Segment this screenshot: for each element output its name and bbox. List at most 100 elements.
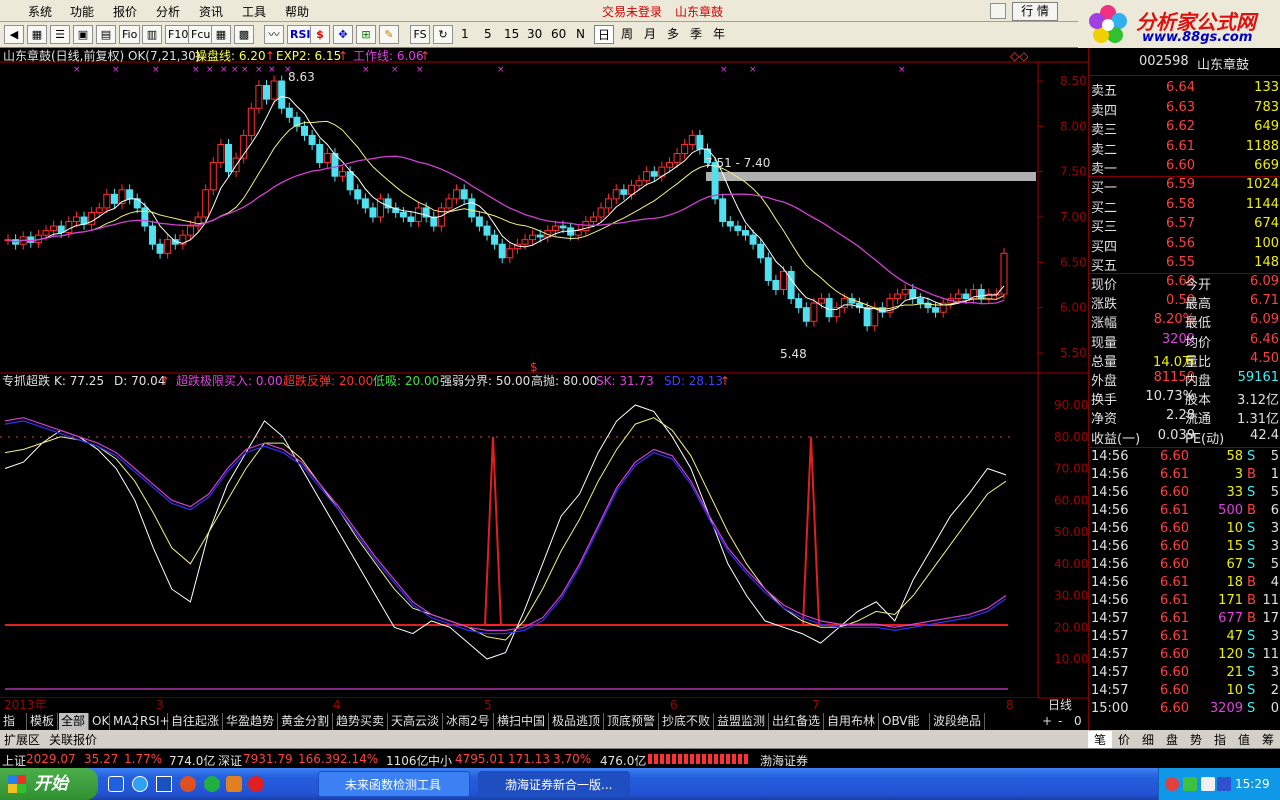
window-icon[interactable]: ▣ [73,25,93,44]
quote-detail-tab[interactable]: 价 [1112,731,1136,748]
price-tick-label: 6.50 [1060,255,1087,269]
related-quote-tab[interactable]: 关联报价 [49,731,97,748]
app-icon[interactable] [226,776,242,792]
tab-control-button[interactable]: 0 [1072,713,1086,730]
indicator-tab[interactable]: 抄底不败 [660,713,714,730]
plus-icon[interactable]: ⊞ [356,25,376,44]
menu-news[interactable]: 资讯 [199,3,223,20]
fs-button[interactable]: FS [410,25,430,44]
app-icon[interactable] [248,776,264,792]
period-season[interactable]: 季 [686,25,706,44]
period-day[interactable]: 日 [594,25,614,44]
tick-count: 3 [1270,539,1279,554]
period-60[interactable]: 60 [551,27,566,41]
indicator-tab[interactable]: MA2 [111,713,139,730]
app-icon[interactable] [204,776,220,792]
menu-quote[interactable]: 报价 [113,3,137,20]
menu-function[interactable]: 功能 [70,3,94,20]
buy-price: 6.57 [1166,216,1195,231]
quote-detail-tab[interactable]: 笔 [1088,731,1112,748]
tick-volume: 677 [1218,611,1243,626]
sell-label: 卖四 [1091,103,1118,119]
refresh-icon[interactable]: ↻ [433,25,453,44]
indicator-tab[interactable]: 冰雨2号 [444,713,494,730]
indicator-tab[interactable]: OK [90,713,110,730]
quote-detail-tab[interactable]: 势 [1184,731,1208,748]
tab-control-button[interactable]: + [1040,713,1054,730]
tray-icon[interactable] [1183,777,1197,791]
quote-detail-tab[interactable]: 细 [1136,731,1160,748]
indicator-tab[interactable]: 极品逃顶 [550,713,604,730]
volume-icon[interactable] [1201,777,1215,791]
fcu-button[interactable]: Fcu [188,25,214,44]
indicator-tab[interactable]: 横扫中国 [495,713,549,730]
tick-count: 5 [1270,557,1279,572]
period-30[interactable]: 30 [527,27,542,41]
network-icon[interactable] [1217,777,1231,791]
quote-button[interactable]: 行 情 [1012,2,1058,21]
indicator-tab[interactable]: 益盟监测 [715,713,769,730]
indicator-tab[interactable]: 出红备选 [770,713,824,730]
dollar-icon[interactable]: $ [310,25,330,44]
indicator-tab[interactable]: OBV能量 [880,713,930,744]
period-week[interactable]: 周 [617,25,637,44]
tab-control-button[interactable]: - [1056,713,1070,730]
quote-detail-tab[interactable]: 指 [1208,731,1232,748]
period-1[interactable]: 1 [461,27,469,41]
menu-tools[interactable]: 工具 [242,3,266,20]
detail-icon[interactable]: ▤ [96,25,116,44]
indicator-tab[interactable]: 黄金分割 [279,713,333,730]
sub-d-label: D: 70.04 [114,374,165,388]
indicator-tab[interactable]: 波段绝品 [931,713,985,730]
chart-icon[interactable]: ▩ [234,25,254,44]
line-chart-icon[interactable]: 〰 [264,25,284,44]
list-icon[interactable]: ☰ [50,25,70,44]
app-icon[interactable] [180,776,196,792]
quicklaunch-icon[interactable] [108,776,124,792]
period-5[interactable]: 5 [484,27,492,41]
kline-chart[interactable]: 山东章鼓(日线,前复权) OK(7,21,30) 操盘线: 6.20 EXP2:… [0,48,1088,728]
trade-login-status[interactable]: 交易未登录 [602,3,662,20]
tray-icon[interactable] [1165,777,1179,791]
menu-help[interactable]: 帮助 [285,3,309,20]
help-icon[interactable] [990,3,1006,19]
period-year[interactable]: 年 [709,25,729,44]
start-button[interactable]: 开始 [0,768,98,800]
menu-system[interactable]: 系统 [28,3,52,20]
tick-time: 14:56 [1091,593,1129,608]
rank-icon[interactable]: ▥ [142,25,162,44]
quote-detail-tab[interactable]: 筹 [1256,731,1280,748]
quote-detail-tab[interactable]: 盘 [1160,731,1184,748]
ext-area-tab[interactable]: 扩展区 [4,731,40,748]
indicator-tab[interactable]: 全部 [59,713,89,730]
period-n[interactable]: N [576,27,585,41]
indicator-tab[interactable]: 自用布林 [825,713,879,730]
back-icon[interactable]: ◀ [4,25,24,44]
browser-icon[interactable] [132,776,148,792]
move-icon[interactable]: ✥ [333,25,353,44]
grid-icon[interactable]: ▦ [27,25,47,44]
indicator-tab[interactable]: 天高云淡 [389,713,443,730]
period-15[interactable]: 15 [504,27,519,41]
indicator-tab[interactable]: 模板 [28,713,58,730]
table-icon[interactable]: ▦ [211,25,231,44]
indicator-tab[interactable]: RSI+ [138,713,170,730]
indicator-tab[interactable]: 华盈趋势 [224,713,278,730]
start-label: 开始 [34,774,68,794]
fio-button[interactable]: Fio [119,25,141,44]
quote-detail-tab[interactable]: 值 [1232,731,1256,748]
pencil-icon[interactable]: ✎ [379,25,399,44]
period-month[interactable]: 月 [640,25,660,44]
date-label: 5 [484,698,492,712]
task-broker-app[interactable]: 渤海证券新合一版... [478,771,630,797]
indicator-tab[interactable]: 顶底预警 [605,713,659,730]
desktop-icon[interactable] [156,776,172,792]
indicator-tab[interactable]: 指标 [1,713,27,744]
indicator-tab[interactable]: 趋势买卖 [334,713,388,730]
diamond-icon[interactable]: ◇◇ [1010,49,1029,63]
tick-count: 5 [1270,449,1279,464]
indicator-tab[interactable]: 自往起涨 [169,713,223,730]
menu-analysis[interactable]: 分析 [156,3,180,20]
period-multi[interactable]: 多 [663,25,683,44]
task-function-tool[interactable]: 未来函数检测工具 [318,771,470,797]
